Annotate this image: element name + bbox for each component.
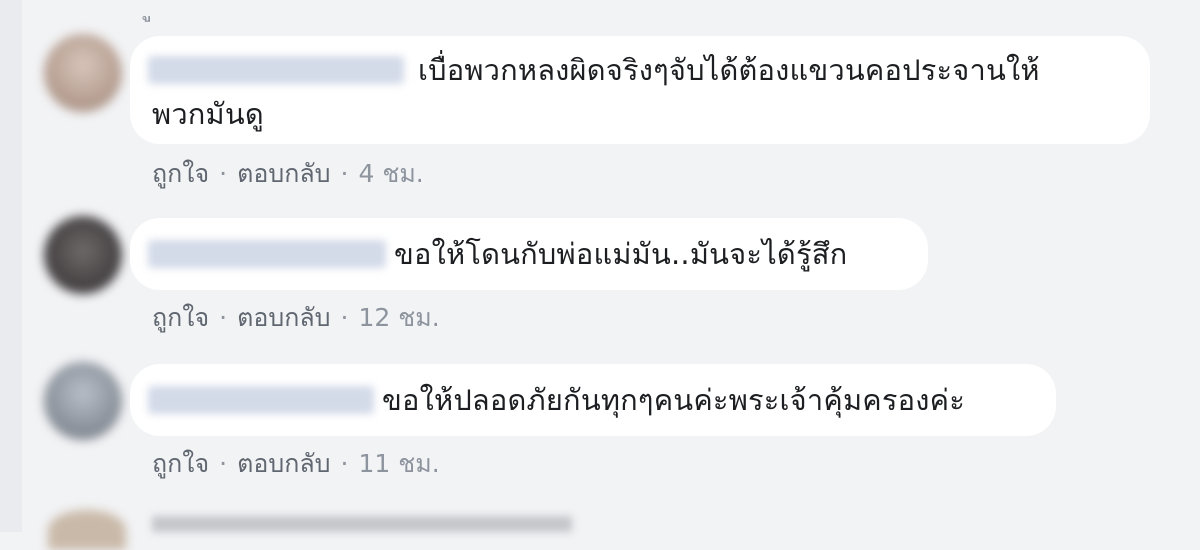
avatar[interactable] bbox=[44, 216, 122, 294]
separator-dot: · bbox=[340, 303, 349, 332]
commenter-name-blurred[interactable] bbox=[148, 386, 374, 414]
like-link[interactable]: ถูกใจ bbox=[152, 449, 209, 478]
avatar[interactable] bbox=[48, 510, 126, 550]
comment-text: เบื่อพวกหลงผิดจริงๆจับได้ต้องแขวนคอประจา… bbox=[418, 53, 1040, 87]
like-link[interactable]: ถูกใจ bbox=[152, 303, 209, 332]
comment-timestamp[interactable]: 11 ชม. bbox=[359, 449, 440, 478]
reply-link[interactable]: ตอบกลับ bbox=[237, 303, 330, 332]
commenter-name-blurred[interactable] bbox=[148, 240, 386, 268]
avatar[interactable] bbox=[44, 362, 122, 440]
left-edge-strip bbox=[0, 0, 22, 532]
comment-actions: ถูกใจ · ตอบกลับ · 4 ชม. bbox=[152, 154, 424, 194]
next-comment-cutoff bbox=[152, 516, 572, 532]
separator-dot: · bbox=[340, 449, 349, 478]
reply-link[interactable]: ตอบกลับ bbox=[237, 449, 330, 478]
reply-link[interactable]: ตอบกลับ bbox=[237, 159, 330, 188]
comment-timestamp[interactable]: 12 ชม. bbox=[359, 303, 440, 332]
comment-actions: ถูกใจ · ตอบกลับ · 11 ชม. bbox=[152, 444, 440, 484]
comment-text-continued: พวกมันดู bbox=[152, 97, 264, 131]
comment-timestamp[interactable]: 4 ชม. bbox=[359, 159, 424, 188]
comment-text: ขอให้โดนกับพ่อแม่มัน..มันจะได้รู้สึก bbox=[394, 237, 848, 271]
commenter-name-blurred[interactable] bbox=[148, 56, 404, 84]
separator-dot: · bbox=[219, 303, 228, 332]
separator-dot: · bbox=[219, 159, 228, 188]
separator-dot: · bbox=[340, 159, 349, 188]
like-link[interactable]: ถูกใจ bbox=[152, 159, 209, 188]
avatar[interactable] bbox=[44, 34, 122, 112]
comment-text: ขอให้ปลอดภัยกันทุกๆคนค่ะพระเจ้าคุ้มครองค… bbox=[382, 383, 965, 417]
separator-dot: · bbox=[219, 449, 228, 478]
comment-actions: ถูกใจ · ตอบกลับ · 12 ชม. bbox=[152, 298, 440, 338]
